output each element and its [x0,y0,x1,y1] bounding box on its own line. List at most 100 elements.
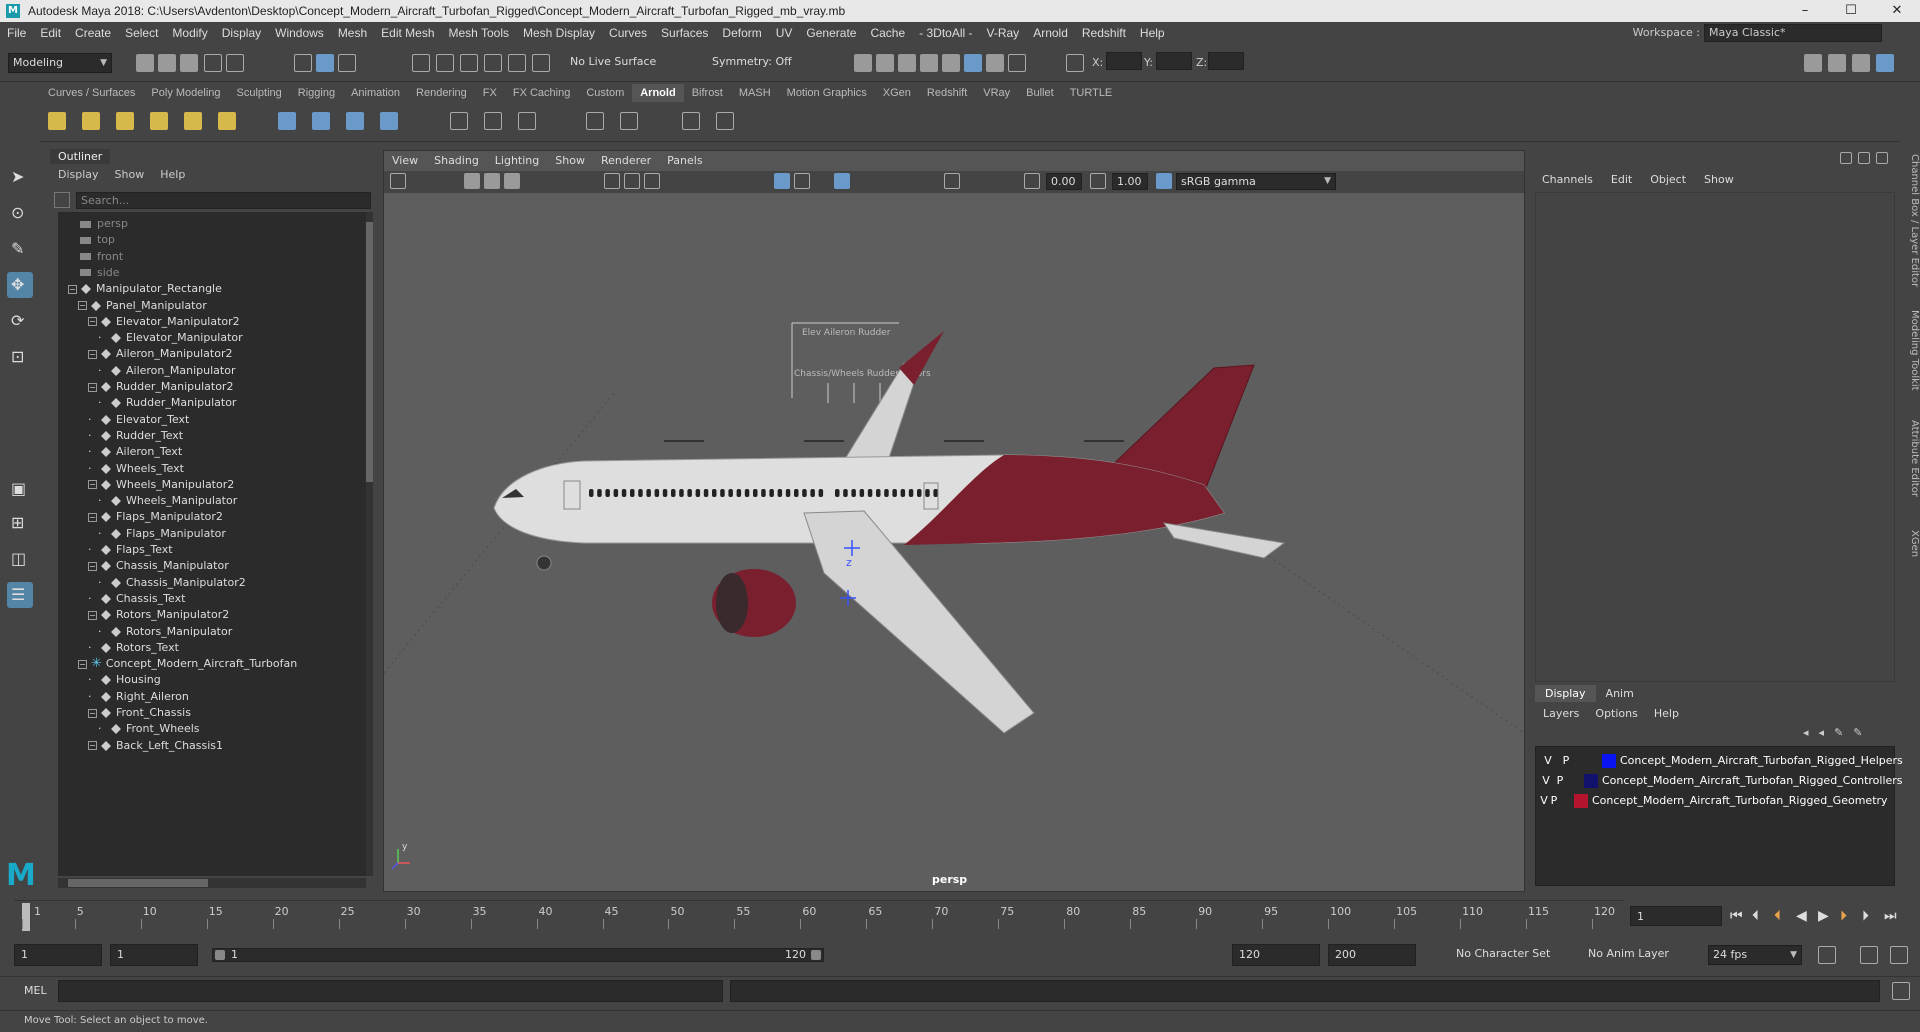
menu-mesh-tools[interactable]: Mesh Tools [442,26,516,40]
character-set-dropdown[interactable]: No Character Set [1452,945,1556,965]
redo-icon[interactable] [226,54,244,72]
menu-3dtoall[interactable]: - 3DtoAll - [912,26,979,40]
shelf-tab-bifrost[interactable]: Bifrost [684,84,731,102]
outliner-menu-help[interactable]: Help [152,166,193,184]
start-time-field[interactable]: 1 [14,944,102,966]
isolate-select-icon[interactable] [944,173,960,189]
gamma-icon[interactable] [1090,173,1106,189]
shelf-tab-sculpting[interactable]: Sculpting [229,84,290,102]
collapse-icon[interactable]: − [88,512,97,522]
layer-menu-help[interactable]: Help [1646,705,1687,723]
select-objects-icon[interactable] [316,54,334,72]
image-plane-icon[interactable] [504,173,520,189]
tx-icon[interactable] [518,112,536,130]
snap-surface-icon[interactable] [508,54,526,72]
menu-edit-mesh[interactable]: Edit Mesh [374,26,441,40]
save-scene-icon[interactable] [180,54,198,72]
menu-mesh[interactable]: Mesh [331,26,374,40]
layer-color-swatch[interactable] [1574,794,1588,808]
x-field[interactable] [1106,52,1142,70]
menu-v-ray[interactable]: V-Ray [980,26,1027,40]
hypershade-icon[interactable] [942,54,960,72]
workspace-select[interactable]: Maya Classic* [1704,24,1882,42]
merge-icon[interactable] [620,112,638,130]
toggle-tool-settings-icon[interactable] [1852,54,1870,72]
menu-edit[interactable]: Edit [33,26,68,40]
layers-icon[interactable] [1876,152,1888,164]
new-scene-icon[interactable] [136,54,154,72]
layer-playback-toggle[interactable]: P [1548,791,1560,811]
side-tab-attribute-editor[interactable]: Attribute Editor [1909,420,1920,497]
auto-key-icon[interactable] [1860,946,1878,964]
shelf-tab-motion-graphics[interactable]: Motion Graphics [779,84,875,102]
collapse-icon[interactable]: − [68,284,77,294]
select-hierarchy-icon[interactable] [294,54,312,72]
3d-viewport[interactable]: Elev Aileron Rudder Chassis/Wheels Rudde… [384,193,1524,891]
layer-tab-display[interactable]: Display [1535,685,1596,702]
anim-start-field[interactable]: 1 [110,944,198,966]
step-forward-key-icon[interactable]: ⏵ [1862,908,1869,924]
rotate-tool-button[interactable]: ⟳ [7,308,33,334]
snap-curve-icon[interactable] [436,54,454,72]
move-layer-down-icon[interactable]: ◂ [1819,726,1825,739]
menu-help[interactable]: Help [1133,26,1172,40]
transform-mode-icon[interactable] [1066,54,1084,72]
layer-color-swatch[interactable] [1602,754,1616,768]
go-to-start-icon[interactable]: ⏮ [1730,908,1743,924]
undo-icon[interactable] [204,54,222,72]
viewport-menu-show[interactable]: Show [547,151,593,171]
pause-icon[interactable] [1008,54,1026,72]
shelf-tab-xgen[interactable]: XGen [875,84,919,102]
menu-curves[interactable]: Curves [602,26,654,40]
grid-icon[interactable] [604,173,620,189]
play-forward-icon[interactable]: ▶ [1818,908,1829,924]
menu-generate[interactable]: Generate [799,26,863,40]
mesh-light-icon[interactable] [82,112,100,130]
layer-row[interactable]: V P Concept_Modern_Aircraft_Turbofan_Rigge… [1536,771,1903,791]
arnold-render-icon[interactable] [986,54,1004,72]
menu-uv[interactable]: UV [769,26,800,40]
gamma-field[interactable]: 1.00 [1112,173,1148,190]
close-button[interactable]: ✕ [1874,0,1920,22]
shelf-tab-redshift[interactable]: Redshift [919,84,975,102]
shelf-tab-fx[interactable]: FX [475,84,505,102]
scale-tool-button[interactable]: ⊡ [7,344,33,370]
channel-box-menu-edit[interactable]: Edit [1602,170,1641,190]
collapse-icon[interactable]: − [88,349,97,359]
outliner-search-input[interactable]: Search... [76,192,371,209]
mel-label[interactable]: MEL [24,984,47,997]
step-back-key-icon[interactable]: ⏴ [1752,908,1759,924]
collapse-icon[interactable]: − [88,708,97,718]
outliner-tab[interactable]: Outliner [50,149,375,166]
step-back-frame-icon[interactable]: ⏴ [1774,908,1781,924]
smooth-shade-icon[interactable] [774,173,790,189]
layer-playback-toggle[interactable]: P [1554,771,1566,791]
maximize-button[interactable]: ☐ [1828,0,1874,22]
channel-box-icon[interactable] [1840,152,1852,164]
flatten-icon[interactable] [380,112,398,130]
ipr-render-icon[interactable] [898,54,916,72]
channel-box-menu-show[interactable]: Show [1695,170,1743,190]
shelf-tab-curves-surfaces[interactable]: Curves / Surfaces [40,84,143,102]
attribute-icon[interactable] [1858,152,1870,164]
collapse-icon[interactable]: − [88,317,97,327]
anim-layer-dropdown[interactable]: No Anim Layer [1584,945,1688,965]
collapse-icon[interactable]: − [88,610,97,620]
resolution-gate-icon[interactable] [644,173,660,189]
shelf-tab-fx-caching[interactable]: FX Caching [505,84,578,102]
side-tab-modeling-toolkit[interactable]: Modeling Toolkit [1909,310,1920,391]
menu-display[interactable]: Display [215,26,268,40]
time-slider[interactable]: 1 5 10 15 20 25 30 35 40 45 50 55 60 65 70 75 80 85 90 95 10… [14,900,1624,932]
render-settings-icon[interactable] [920,54,938,72]
outliner-layout-button[interactable]: ☰ [7,582,33,608]
menu-deform[interactable]: Deform [715,26,768,40]
layer-color-swatch[interactable] [1584,774,1598,788]
create-standin-icon[interactable] [278,112,296,130]
menu-surfaces[interactable]: Surfaces [654,26,715,40]
snap-view-icon[interactable] [484,54,502,72]
outliner-menu-show[interactable]: Show [107,166,153,184]
side-tab-xgen[interactable]: XGen [1909,530,1920,557]
new-layer-selected-icon[interactable]: ✎ [1853,726,1862,739]
go-to-end-icon[interactable]: ⏭ [1884,908,1897,924]
toggle-modeling-toolkit-icon[interactable] [1804,54,1822,72]
